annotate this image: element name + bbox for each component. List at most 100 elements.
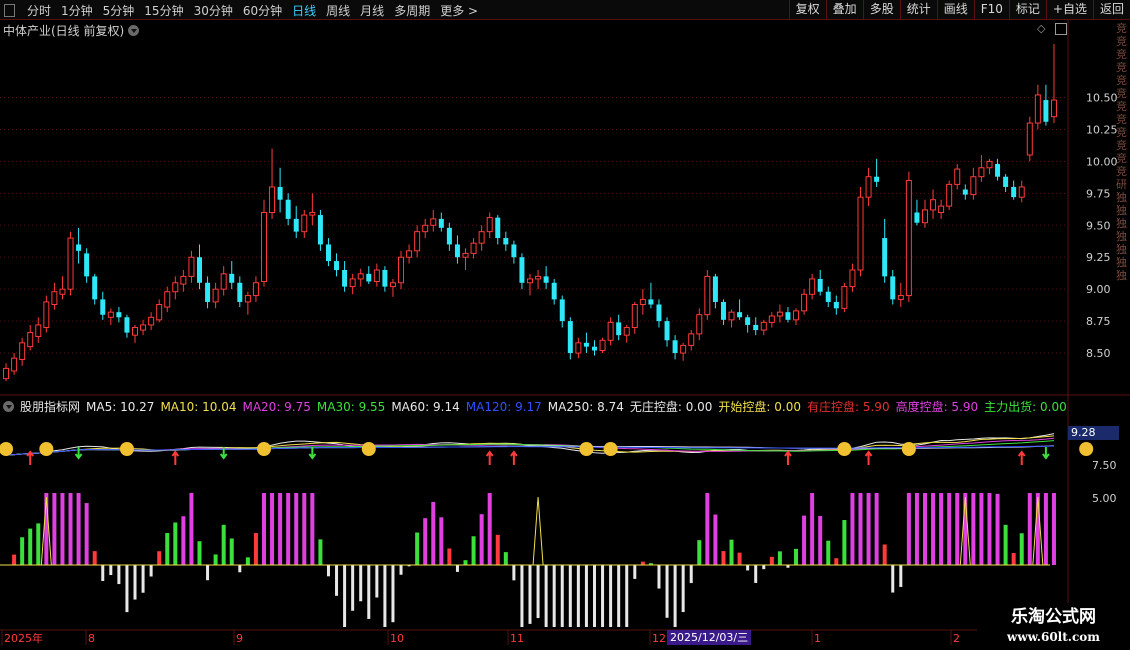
toolbar-button[interactable]: 画线 [936, 0, 974, 19]
period-tab[interactable]: 更多 > [435, 2, 483, 19]
histogram-bar [576, 565, 580, 627]
candle-body [639, 298, 646, 305]
candle-body [648, 299, 654, 305]
toolbar-button[interactable]: 叠加 [825, 0, 863, 19]
histogram-bar [471, 536, 476, 565]
histogram-bar [520, 565, 524, 627]
candle-body [373, 269, 380, 282]
candle-body [785, 312, 791, 320]
price-tick-label: 10.25 [1086, 123, 1118, 136]
histogram-bar [165, 533, 170, 565]
indicator-axis-label: 7.50 [1092, 459, 1117, 472]
candle-body [398, 256, 405, 284]
candle-body [664, 321, 670, 341]
toolbar-button[interactable]: 标记 [1008, 0, 1046, 19]
candle-body [720, 301, 726, 320]
histogram-bar [487, 493, 492, 565]
watermark-url: www.60lt.com [1007, 630, 1100, 644]
candle-body [1018, 186, 1025, 198]
histogram-bar [133, 565, 137, 600]
stock-title[interactable]: 中体产业(日线 前复权) [3, 22, 140, 39]
candle-body [470, 242, 477, 254]
histogram-bar [76, 493, 81, 565]
candle-body [148, 316, 155, 326]
indicator-name[interactable]: 股朋指标网 [20, 398, 80, 415]
candle-body [140, 324, 147, 331]
candle-body [43, 301, 50, 329]
histogram-bar [278, 493, 283, 565]
candle-body [503, 238, 509, 245]
spike-marker [532, 496, 544, 566]
candle-body [712, 276, 718, 302]
candle-body [124, 317, 130, 333]
candle-body [35, 324, 42, 337]
price-tick-label: 9.25 [1086, 251, 1111, 264]
candle-body [696, 314, 703, 335]
histogram-bar [818, 515, 823, 565]
histogram-bar [206, 565, 210, 581]
sell-arrow [1042, 447, 1050, 460]
chevron-down-icon[interactable] [128, 25, 140, 36]
candle-body [325, 244, 331, 262]
histogram-bar [777, 551, 782, 565]
toolbar-button[interactable]: 返回 [1092, 0, 1130, 19]
toolbar-button[interactable]: 复权 [788, 0, 826, 19]
face-marker [256, 442, 271, 456]
period-tab[interactable]: 30分钟 [189, 2, 238, 19]
period-tab[interactable]: 1分钟 [56, 2, 98, 19]
histogram-bar [310, 493, 315, 565]
candle-body [293, 218, 299, 232]
period-tab[interactable]: 15分钟 [139, 2, 188, 19]
candle-body [100, 299, 106, 315]
period-tab[interactable]: 月线 [355, 2, 389, 19]
histogram-bar [101, 565, 105, 581]
candle-body [430, 218, 437, 226]
candle-body [59, 288, 66, 295]
histogram-bar [681, 565, 685, 613]
window-toggle-icon[interactable] [1055, 23, 1067, 35]
period-tab[interactable]: 日线 [287, 2, 321, 19]
candle-body [277, 186, 283, 200]
toolbar-button[interactable]: 统计 [899, 0, 937, 19]
candle-body [745, 317, 751, 325]
histogram-bar [560, 565, 564, 627]
candle-body [205, 282, 211, 302]
histogram-bar [584, 565, 588, 627]
histogram-bar [1019, 533, 1024, 565]
histogram-bar [423, 518, 428, 565]
histogram-bar [375, 565, 379, 598]
buy-arrow [26, 450, 35, 465]
candle-body [1043, 100, 1049, 122]
toolbar-button[interactable]: +自选 [1045, 0, 1093, 19]
period-tab[interactable]: 多周期 [389, 2, 435, 19]
histogram-bar [109, 565, 113, 576]
period-tab[interactable]: 分时 [22, 2, 56, 19]
candle-body [196, 257, 202, 283]
histogram-bar [1043, 493, 1048, 565]
period-tab[interactable]: 5分钟 [98, 2, 140, 19]
histogram-bar [858, 493, 863, 565]
candle-body [107, 311, 114, 318]
candle-body [84, 253, 90, 277]
toolbar-button[interactable]: F10 [973, 0, 1009, 19]
indicator-settings-icon[interactable] [3, 401, 14, 412]
function-buttons: 复权 叠加 多股 统计 画线 F10 标记 +自选 返回 [788, 0, 1130, 19]
histogram-bar [157, 551, 162, 565]
candle-body [809, 278, 816, 295]
candle-body [599, 339, 606, 351]
candle-body [1003, 176, 1009, 187]
toolbar-button[interactable]: 多股 [862, 0, 900, 19]
period-tab[interactable]: 周线 [321, 2, 355, 19]
period-tab[interactable]: 60分钟 [238, 2, 287, 19]
histogram-bar [826, 540, 831, 565]
diamond-icon[interactable]: ◇ [1037, 22, 1045, 35]
histogram-bar [592, 565, 596, 627]
indicator-value: 无庄控盘: 0.00 [629, 400, 713, 414]
histogram-bar [850, 493, 855, 565]
panel-icon[interactable] [4, 3, 15, 17]
candle-body [801, 293, 808, 312]
face-marker [361, 442, 376, 456]
indicator-axis-label: 5.00 [1092, 492, 1117, 505]
indicator-value: MA120: 9.17 [465, 399, 542, 414]
histogram-bar [253, 533, 258, 565]
